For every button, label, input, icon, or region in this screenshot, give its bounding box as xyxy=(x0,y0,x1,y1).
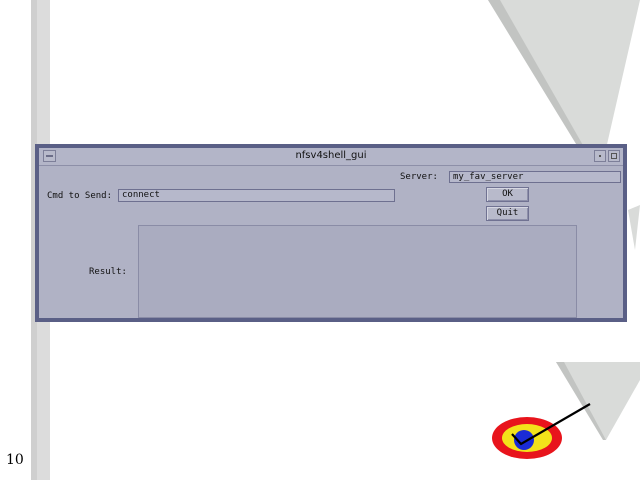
window-title: nfsv4shell_gui xyxy=(295,150,367,161)
maximize-icon xyxy=(611,153,617,159)
server-label: Server: xyxy=(400,172,438,182)
window-content: nfsv4shell_gui Server: my_fav_server Cmd… xyxy=(39,148,623,318)
quit-button[interactable]: Quit xyxy=(486,206,529,221)
title-bar[interactable]: nfsv4shell_gui xyxy=(39,148,623,166)
app-window: nfsv4shell_gui Server: my_fav_server Cmd… xyxy=(35,144,627,322)
minimize-icon xyxy=(599,155,601,157)
ok-button[interactable]: OK xyxy=(486,187,529,202)
maximize-button[interactable] xyxy=(608,150,620,162)
page-number: 10 xyxy=(6,452,24,468)
server-field[interactable]: my_fav_server xyxy=(449,171,621,183)
minimize-button[interactable] xyxy=(594,150,606,162)
mid-triangle xyxy=(628,205,640,250)
result-area[interactable] xyxy=(138,225,577,318)
cmd-label: Cmd to Send: xyxy=(47,191,113,201)
cmd-input[interactable]: connect xyxy=(118,189,395,202)
logo-icon xyxy=(492,403,591,459)
result-label: Result: xyxy=(89,267,127,277)
